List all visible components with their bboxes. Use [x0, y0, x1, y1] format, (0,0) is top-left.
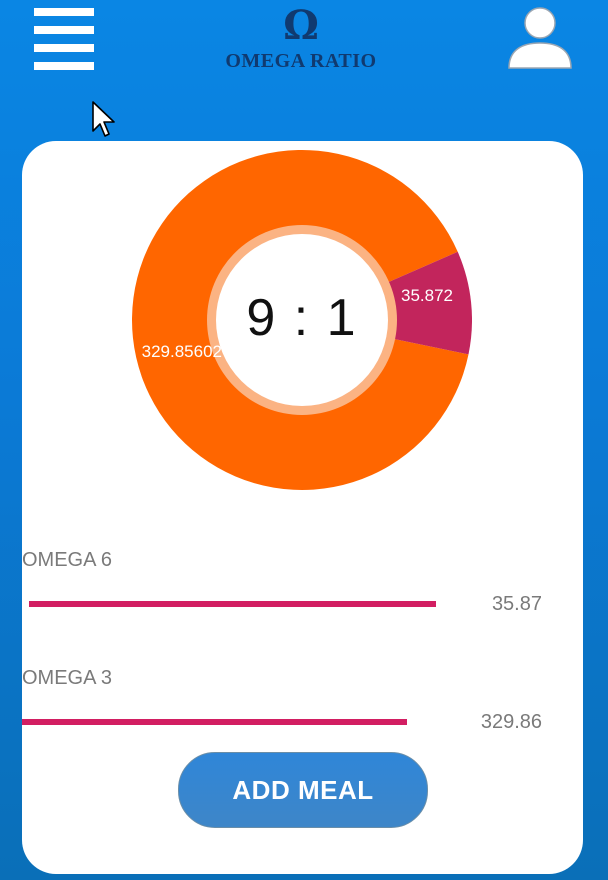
ratio-display: 9 : 1	[246, 289, 358, 347]
add-meal-button[interactable]: ADD MEAL	[178, 752, 428, 828]
logo-text: OMEGA RATIO	[225, 50, 377, 72]
mouse-cursor-icon	[92, 101, 115, 137]
hamburger-menu-icon	[34, 8, 94, 16]
user-profile-icon	[508, 7, 572, 69]
menu-button[interactable]	[34, 8, 94, 70]
omega6-label: OMEGA 6	[22, 549, 113, 571]
menu-line	[34, 26, 94, 34]
app-logo: Ω OMEGA RATIO	[206, 4, 396, 78]
omega-logo-icon: Ω	[283, 2, 319, 49]
omega3-label: OMEGA 3	[22, 667, 113, 689]
omega3-value: 329.86	[480, 711, 542, 733]
omega6-value: 35.87	[491, 593, 542, 615]
omega6-bar	[29, 601, 436, 607]
slice-label-omega6: 35.872	[401, 286, 453, 305]
omega3-bar	[22, 719, 407, 725]
menu-line	[34, 62, 94, 70]
profile-button[interactable]	[506, 6, 574, 72]
ratio-card: 329.85602 35.872 9 : 1 OMEGA 6 35.87 OME…	[22, 141, 583, 874]
menu-line	[34, 44, 94, 52]
